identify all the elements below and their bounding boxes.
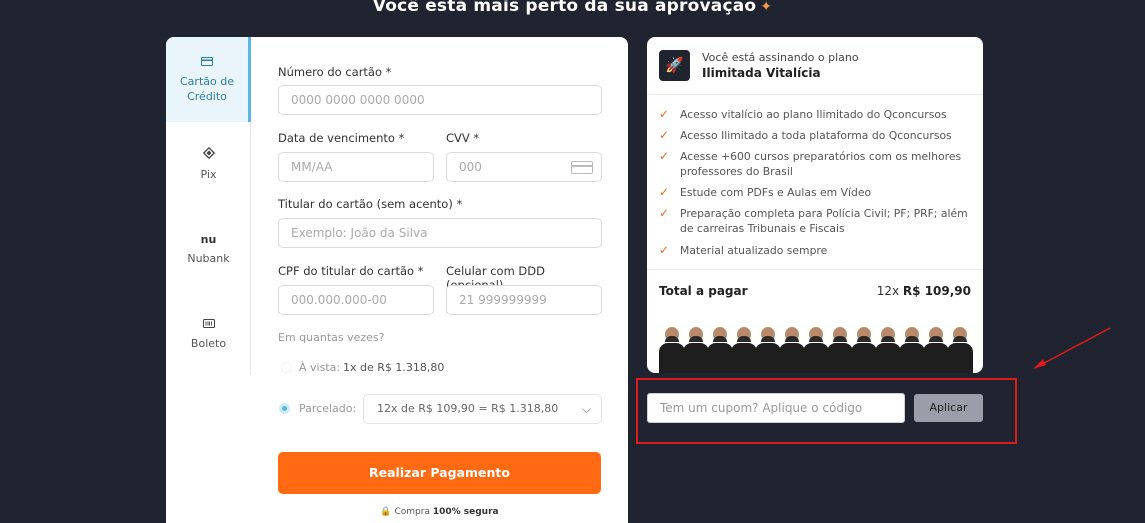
teachers-photo bbox=[657, 315, 973, 373]
feature-item: ✓ Acesso Ilimitado a toda plataforma do Q… bbox=[659, 128, 969, 143]
nubank-icon: nu bbox=[200, 233, 217, 246]
rocket-icon: 🚀 bbox=[659, 50, 690, 81]
method-label: Nubank bbox=[187, 252, 230, 265]
cvv-placeholder: 000 bbox=[459, 160, 482, 174]
total-amount: R$ 109,90 bbox=[902, 284, 971, 298]
feature-item: ✓ Acesse +600 cursos preparatórios com os… bbox=[659, 149, 969, 179]
feature-text: Acesso vitalício ao plano Ilimitado do Q… bbox=[680, 108, 947, 121]
feature-text: Acesse +600 cursos preparatórios com os … bbox=[680, 150, 962, 178]
method-label: Cartão de Crédito bbox=[180, 75, 234, 103]
secure-bold: 100% segura bbox=[432, 507, 499, 517]
holder-label: Titular do cartão (sem acento) * bbox=[278, 197, 463, 211]
chevron-down-icon: ⌵ bbox=[581, 402, 591, 416]
divider bbox=[647, 269, 983, 270]
check-icon: ✓ bbox=[659, 107, 670, 121]
divider bbox=[647, 94, 983, 95]
phone-input[interactable]: 21 999999999 bbox=[446, 285, 602, 315]
installment-option-label: Parcelado: bbox=[299, 402, 357, 415]
method-label: Boleto bbox=[190, 337, 227, 350]
feature-item: ✓ Estude com PDFs e Aulas em Vídeo bbox=[659, 185, 969, 200]
payment-methods: Cartão de Crédito Pix nu Nubank Boleto bbox=[166, 37, 251, 375]
feature-item: ✓ Preparação completa para Polícia Civil;… bbox=[659, 206, 969, 236]
feature-text: Material atualizado sempre bbox=[680, 244, 828, 257]
feature-item: ✓ Material atualizado sempre bbox=[659, 243, 969, 258]
cvv-input[interactable]: 000 bbox=[446, 152, 602, 182]
feature-text: Preparação completa para Polícia Civil; … bbox=[680, 207, 968, 235]
plan-subscribing-text: Você está assinando o plano bbox=[702, 51, 859, 64]
feature-text: Acesso Ilimitado a toda plataforma do Qc… bbox=[680, 129, 952, 142]
cash-radio[interactable] bbox=[281, 362, 292, 373]
method-nubank[interactable]: nu Nubank bbox=[166, 232, 251, 265]
annotation-arrow-icon bbox=[1033, 327, 1111, 369]
holder-input[interactable]: Exemplo: João da Silva bbox=[278, 218, 602, 248]
cvv-label: CVV * bbox=[446, 131, 480, 145]
secure-note: 🔒 Compra 100% segura bbox=[278, 507, 601, 517]
method-boleto[interactable]: Boleto bbox=[166, 317, 251, 350]
card-number-input[interactable]: 0000 0000 0000 0000 bbox=[278, 85, 602, 115]
method-pix[interactable]: Pix bbox=[166, 147, 251, 181]
cpf-label: CPF do titular do cartão * bbox=[278, 264, 424, 278]
coupon-input[interactable]: Tem um cupom? Aplique o código bbox=[647, 393, 905, 423]
cash-option-label: À vista: bbox=[299, 361, 341, 374]
expiry-label: Data de vencimento * bbox=[278, 131, 405, 145]
total-prefix: 12x bbox=[876, 284, 900, 298]
page-title: Você está mais perto da sua aprovação ✦ bbox=[0, 0, 1145, 16]
payment-card: Cartão de Crédito Pix nu Nubank Boleto N… bbox=[166, 37, 628, 523]
card-number-label: Número do cartão * bbox=[278, 65, 392, 79]
secure-prefix: Compra bbox=[394, 507, 430, 517]
total-label: Total a pagar bbox=[659, 284, 748, 298]
sparkle-icon: ✦ bbox=[760, 0, 773, 15]
apply-coupon-button[interactable]: Aplicar bbox=[914, 394, 983, 422]
card-back-icon bbox=[571, 161, 593, 174]
installment-select[interactable]: 12x de R$ 109,90 = R$ 1.318,80 ⌵ bbox=[363, 394, 602, 424]
expiry-input[interactable]: MM/AA bbox=[278, 152, 434, 182]
feature-item: ✓ Acesso vitalício ao plano Ilimitado do … bbox=[659, 107, 969, 122]
installment-radio[interactable] bbox=[279, 403, 290, 414]
plan-name: Ilimitada Vitalícia bbox=[702, 66, 821, 80]
cpf-input[interactable]: 000.000.000-00 bbox=[278, 285, 434, 315]
page-title-text: Você está mais perto da sua aprovação bbox=[372, 0, 757, 16]
credit-card-icon bbox=[166, 55, 248, 70]
pix-icon bbox=[166, 147, 251, 163]
plan-summary-card: 🚀 Você está assinando o plano Ilimitada … bbox=[647, 37, 983, 373]
method-label: Pix bbox=[200, 168, 217, 181]
submit-payment-button[interactable]: Realizar Pagamento bbox=[278, 452, 601, 494]
check-icon: ✓ bbox=[659, 128, 670, 142]
installments-question: Em quantas vezes? bbox=[278, 331, 385, 344]
cash-option-value: 1x de R$ 1.318,80 bbox=[343, 361, 445, 374]
check-icon: ✓ bbox=[659, 206, 670, 220]
installment-selected: 12x de R$ 109,90 = R$ 1.318,80 bbox=[377, 402, 559, 415]
check-icon: ✓ bbox=[659, 149, 670, 163]
method-credit-card[interactable]: Cartão de Crédito bbox=[166, 37, 251, 122]
check-icon: ✓ bbox=[659, 185, 670, 199]
barcode-icon bbox=[166, 317, 251, 332]
check-icon: ✓ bbox=[659, 243, 670, 257]
total-value: 12x R$ 109,90 bbox=[877, 284, 971, 298]
feature-text: Estude com PDFs e Aulas em Vídeo bbox=[680, 186, 872, 199]
lock-icon: 🔒 bbox=[380, 507, 392, 517]
